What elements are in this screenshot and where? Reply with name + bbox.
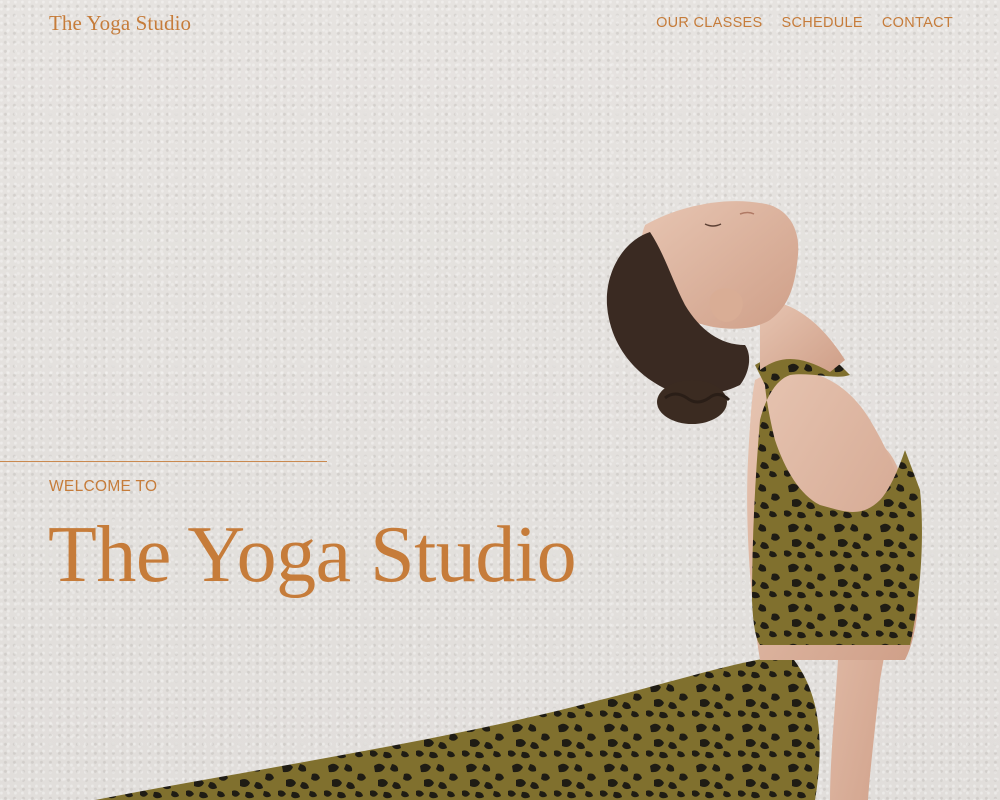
site-logo[interactable]: The Yoga Studio — [49, 11, 191, 36]
leggings — [95, 655, 820, 800]
hero-photo — [95, 201, 922, 800]
nav-contact[interactable]: CONTACT — [882, 15, 953, 31]
divider-line — [0, 461, 327, 462]
nav-schedule[interactable]: SCHEDULE — [782, 15, 863, 31]
site-header: The Yoga Studio OUR CLASSES SCHEDULE CON… — [0, 0, 1000, 48]
hero-title: The Yoga Studio — [48, 511, 577, 599]
nav-our-classes[interactable]: OUR CLASSES — [656, 15, 762, 31]
hero-eyebrow: WELCOME TO — [49, 478, 158, 495]
main-nav: OUR CLASSES SCHEDULE CONTACT — [656, 15, 953, 31]
hero-background — [0, 0, 1000, 800]
